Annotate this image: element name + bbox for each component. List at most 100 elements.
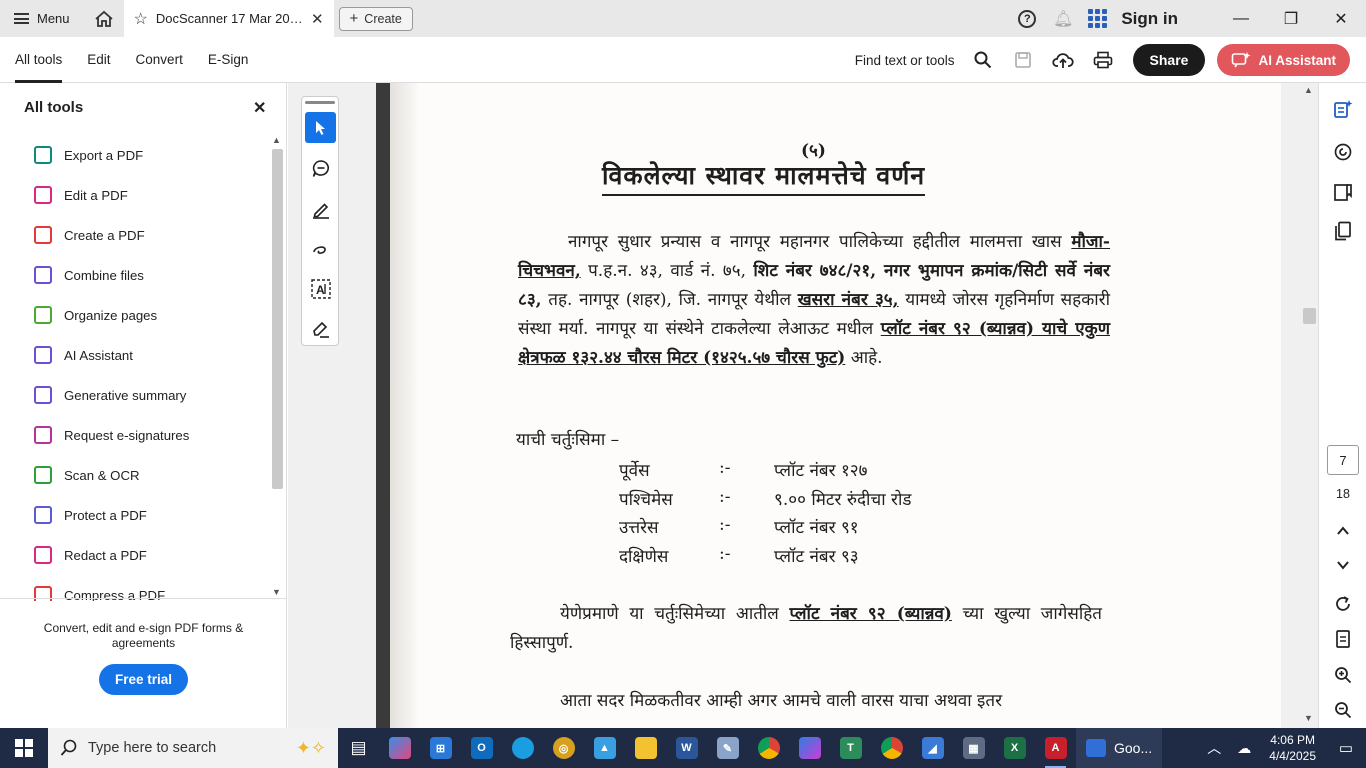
print-icon[interactable] bbox=[1083, 40, 1123, 80]
bookmarks-rail-icon[interactable] bbox=[1319, 174, 1366, 210]
ai-edit-rail-icon[interactable] bbox=[1319, 91, 1366, 127]
notifications-icon[interactable]: 🔔︎ bbox=[1052, 9, 1074, 29]
ai-sparkle-icon bbox=[1232, 52, 1251, 68]
next-page-icon[interactable] bbox=[1319, 547, 1366, 583]
photos-icon[interactable]: ▲ bbox=[584, 728, 625, 768]
doc-scroll-up-icon[interactable]: ▲ bbox=[1304, 85, 1313, 95]
close-window-icon[interactable]: ✕ bbox=[1316, 9, 1366, 29]
calculator-icon[interactable]: ▦ bbox=[953, 728, 994, 768]
app-circle-icon[interactable]: ◎ bbox=[543, 728, 584, 768]
document-scrollbar[interactable]: ▲ ▼ bbox=[1300, 83, 1318, 728]
scroll-down-icon[interactable]: ▼ bbox=[272, 587, 281, 597]
protect-pdf-icon bbox=[34, 506, 52, 524]
toplink-icon[interactable]: T bbox=[830, 728, 871, 768]
sidebar-item-edit-pdf[interactable]: Edit a PDF bbox=[0, 175, 266, 215]
sign-in-button[interactable]: Sign in bbox=[1121, 9, 1178, 29]
cloud-icon[interactable]: ☁ bbox=[1237, 740, 1251, 757]
sidebar-item-create-pdf[interactable]: Create a PDF bbox=[0, 215, 266, 255]
create-label: Create bbox=[364, 11, 402, 26]
free-trial-button[interactable]: Free trial bbox=[98, 664, 189, 695]
find-text-label[interactable]: Find text or tools bbox=[855, 53, 955, 68]
restore-icon[interactable]: ❐ bbox=[1266, 9, 1316, 29]
edge-icon[interactable] bbox=[502, 728, 543, 768]
save-icon[interactable] bbox=[1003, 40, 1043, 80]
apps-grid-icon[interactable] bbox=[1088, 9, 1108, 28]
word-icon[interactable]: W bbox=[666, 728, 707, 768]
tab-edit[interactable]: Edit bbox=[87, 37, 110, 83]
outlook-icon[interactable]: O bbox=[461, 728, 502, 768]
clock-time: 4:06 PM bbox=[1270, 733, 1315, 747]
select-tool-icon[interactable] bbox=[305, 112, 336, 143]
sidebar-item-organize-pages[interactable]: Organize pages bbox=[0, 295, 266, 335]
doc-scroll-thumb[interactable] bbox=[1303, 308, 1316, 324]
task-view-icon[interactable]: ▤ bbox=[338, 728, 379, 768]
zoom-in-icon[interactable] bbox=[1319, 657, 1366, 693]
close-panel-icon[interactable]: ✕ bbox=[253, 98, 266, 118]
comments-rail-icon[interactable] bbox=[1319, 134, 1366, 170]
share-button[interactable]: Share bbox=[1132, 44, 1206, 76]
scroll-up-icon[interactable]: ▲ bbox=[272, 135, 281, 145]
doc-scroll-down-icon[interactable]: ▼ bbox=[1304, 713, 1313, 723]
sidebar-item-request-esign[interactable]: Request e-signatures bbox=[0, 415, 266, 455]
menu-button[interactable]: Menu bbox=[0, 0, 84, 37]
close-tab-icon[interactable]: ✕ bbox=[311, 10, 324, 28]
total-pages: 18 bbox=[1336, 487, 1350, 501]
acrobat-icon[interactable]: A bbox=[1035, 728, 1076, 768]
clock[interactable]: 4:06 PM 4/4/2025 bbox=[1269, 732, 1316, 764]
pages-rail-icon[interactable] bbox=[1319, 213, 1366, 249]
zoom-out-icon[interactable] bbox=[1319, 692, 1366, 728]
sidebar-item-protect-pdf[interactable]: Protect a PDF bbox=[0, 495, 266, 535]
sidebar-item-redact-pdf[interactable]: Redact a PDF bbox=[0, 535, 266, 575]
draw-tool-icon[interactable] bbox=[305, 233, 336, 264]
copilot-icon[interactable] bbox=[379, 728, 420, 768]
sidebar-item-combine-files[interactable]: Combine files bbox=[0, 255, 266, 295]
store-icon[interactable]: ⊞ bbox=[420, 728, 461, 768]
highlight-tool-icon[interactable] bbox=[305, 193, 336, 224]
search-icon[interactable] bbox=[963, 40, 1003, 80]
photo-viewer-icon[interactable]: ◢ bbox=[912, 728, 953, 768]
chrome-icon[interactable] bbox=[748, 728, 789, 768]
start-button[interactable] bbox=[0, 728, 48, 768]
notification-center-icon[interactable]: ▭ bbox=[1326, 739, 1366, 757]
taskbar-active-window[interactable]: Goo... bbox=[1076, 728, 1163, 768]
sidebar-item-generative-summary[interactable]: Generative summary bbox=[0, 375, 266, 415]
create-button[interactable]: + Create bbox=[338, 6, 413, 31]
star-icon[interactable]: ☆ bbox=[134, 9, 148, 29]
sidebar-item-scan-ocr[interactable]: Scan & OCR bbox=[0, 455, 266, 495]
home-button[interactable] bbox=[84, 0, 124, 37]
current-page-input[interactable]: 7 bbox=[1327, 445, 1359, 475]
text-tool-icon[interactable]: A bbox=[305, 273, 336, 304]
tools-scrollbar[interactable]: ▲ ▼ bbox=[270, 135, 285, 601]
help-icon[interactable]: ? bbox=[1018, 9, 1037, 28]
window-thumbnail-icon bbox=[1086, 739, 1106, 757]
ai-assistant-button[interactable]: AI Assistant bbox=[1217, 44, 1350, 76]
boundary-dir: उत्तरेस bbox=[619, 518, 659, 538]
boundary-row: उत्तरेस:- प्लॉट नंबर ९१ bbox=[619, 515, 859, 538]
file-explorer-icon[interactable] bbox=[625, 728, 666, 768]
export-pdf-icon bbox=[34, 146, 52, 164]
comment-tool-icon[interactable] bbox=[305, 153, 336, 184]
search-icon bbox=[60, 739, 77, 756]
scroll-thumb[interactable] bbox=[272, 149, 283, 489]
sidebar-item-export-pdf[interactable]: Export a PDF bbox=[0, 135, 266, 175]
rotate-icon[interactable] bbox=[1319, 586, 1366, 622]
sign-tool-icon[interactable] bbox=[305, 313, 336, 344]
chevron-up-icon[interactable]: ︿ bbox=[1207, 738, 1221, 758]
previous-page-icon[interactable] bbox=[1319, 513, 1366, 549]
chrome-profile-icon[interactable] bbox=[871, 728, 912, 768]
toolbar-grip[interactable] bbox=[305, 101, 335, 104]
minimize-icon[interactable]: — bbox=[1216, 10, 1266, 28]
page-info-icon[interactable] bbox=[1319, 621, 1366, 657]
tab-esign[interactable]: E-Sign bbox=[208, 37, 249, 83]
taskbar-search[interactable]: Type here to search ✦✧ bbox=[48, 728, 338, 768]
para1-part-e: तह. नागपूर (शहर), जि. नागपूर येथील bbox=[541, 290, 798, 310]
title-bar: Menu ☆ DocScanner 17 Mar 202... ✕ + Crea… bbox=[0, 0, 1366, 37]
excel-icon[interactable]: X bbox=[994, 728, 1035, 768]
document-tab[interactable]: ☆ DocScanner 17 Mar 202... ✕ bbox=[123, 0, 334, 37]
sidebar-item-ai-assistant[interactable]: AI Assistant bbox=[0, 335, 266, 375]
tab-convert[interactable]: Convert bbox=[136, 37, 183, 83]
m365-icon[interactable] bbox=[789, 728, 830, 768]
upload-cloud-icon[interactable] bbox=[1043, 40, 1083, 80]
tab-all-tools[interactable]: All tools bbox=[15, 37, 63, 83]
paint-icon[interactable]: ✎ bbox=[707, 728, 748, 768]
